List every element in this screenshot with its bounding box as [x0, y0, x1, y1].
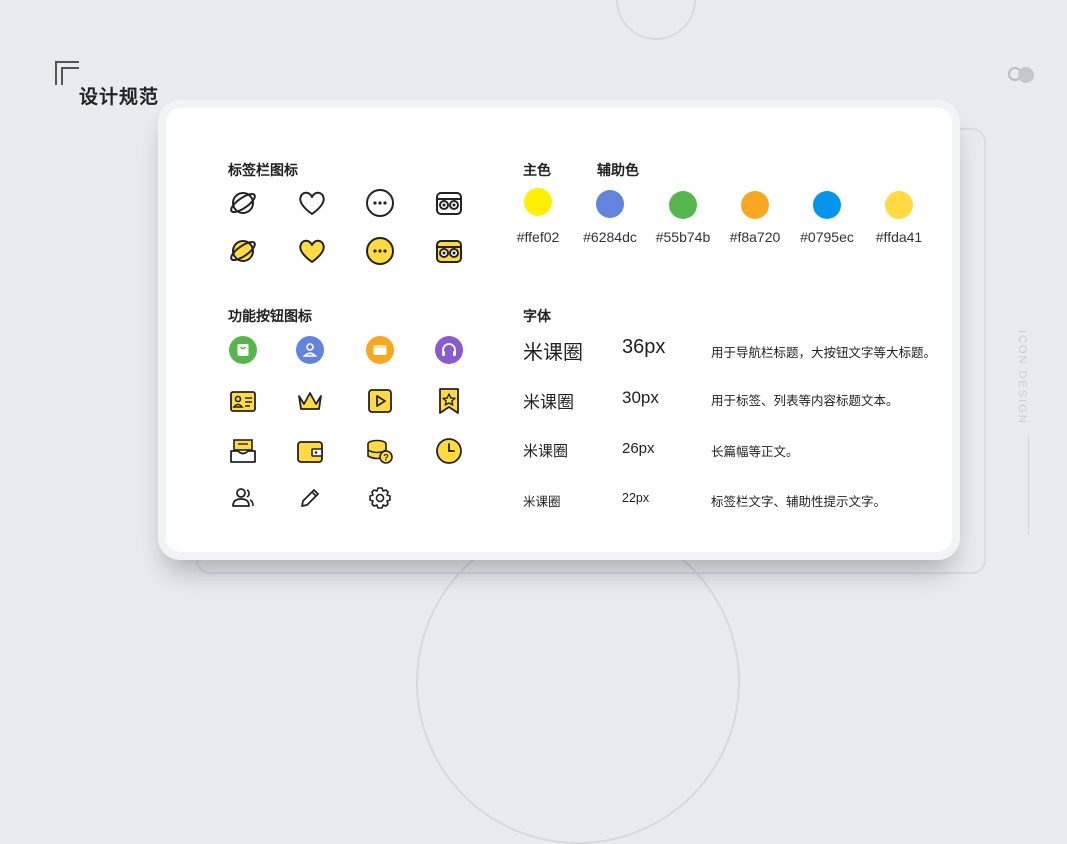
- color-swatch: [741, 191, 769, 219]
- user-icon[interactable]: [295, 335, 325, 365]
- people-icon[interactable]: [228, 483, 258, 513]
- color-swatch: [813, 191, 841, 219]
- planet-outline-icon: [228, 188, 258, 218]
- wallet-icon[interactable]: [295, 436, 325, 466]
- decor-arc-bottom: [416, 520, 740, 844]
- owl-filled-icon: [434, 236, 464, 266]
- font-description: 标签栏文字、辅助性提示文字。: [711, 495, 887, 509]
- tab-icons-title: 标签栏图标: [228, 162, 298, 178]
- gear-icon[interactable]: [365, 483, 395, 513]
- function-icons-title: 功能按钮图标: [228, 308, 312, 324]
- font-size-label: 30px: [622, 388, 659, 407]
- side-divider: [1028, 435, 1029, 535]
- bookmark-star-icon[interactable]: [434, 386, 464, 416]
- chat-dots-filled-icon: [365, 236, 395, 266]
- heart-outline-icon: [297, 188, 327, 218]
- toggle-icon: [1008, 67, 1036, 83]
- id-card-icon[interactable]: [228, 386, 258, 416]
- font-sample: 米课圈: [523, 342, 583, 364]
- font-description: 用于导航栏标题，大按钮文字等大标题。: [711, 346, 937, 360]
- fonts-title: 字体: [523, 308, 551, 324]
- font-sample: 米课圈: [523, 393, 574, 412]
- clock-icon[interactable]: [434, 436, 464, 466]
- chat-dots-outline-icon: [365, 188, 395, 218]
- corner-bracket-inner-icon: [61, 67, 79, 85]
- secondary-color-title: 辅助色: [597, 162, 639, 178]
- shopping-bag-icon[interactable]: [228, 335, 258, 365]
- headphones-icon[interactable]: [434, 335, 464, 365]
- color-swatch: [524, 188, 552, 216]
- crown-icon[interactable]: [295, 386, 325, 416]
- font-description: 长篇幅等正文。: [711, 445, 799, 459]
- pencil-icon[interactable]: [295, 483, 325, 513]
- inbox-icon[interactable]: [228, 436, 258, 466]
- decor-circle-top: [616, 0, 696, 40]
- spec-card: 标签栏图标 功能按钮图标 ? 主色 辅助色 #ffef02 #6284dc #5…: [166, 108, 952, 552]
- planet-filled-icon: [228, 236, 258, 266]
- message-icon[interactable]: [365, 335, 395, 365]
- font-size-label: 26px: [622, 440, 655, 457]
- font-sample: 米课圈: [523, 495, 561, 509]
- color-swatch: [885, 191, 913, 219]
- svg-text:?: ?: [383, 453, 389, 463]
- font-size-label: 36px: [622, 336, 666, 358]
- play-icon[interactable]: [365, 386, 395, 416]
- heart-filled-icon: [297, 236, 327, 266]
- font-size-label: 22px: [622, 491, 650, 505]
- side-label: ICON DESIGN: [1016, 330, 1028, 425]
- page-title: 设计规范: [79, 87, 160, 108]
- color-swatch: [669, 191, 697, 219]
- color-swatch: [596, 190, 624, 218]
- owl-outline-icon: [434, 188, 464, 218]
- font-description: 用于标签、列表等内容标题文本。: [711, 394, 899, 408]
- primary-color-title: 主色: [523, 162, 551, 178]
- coins-question-icon[interactable]: ?: [365, 436, 395, 466]
- font-sample: 米课圈: [523, 443, 569, 460]
- color-hex-label: #ffda41: [875, 229, 923, 245]
